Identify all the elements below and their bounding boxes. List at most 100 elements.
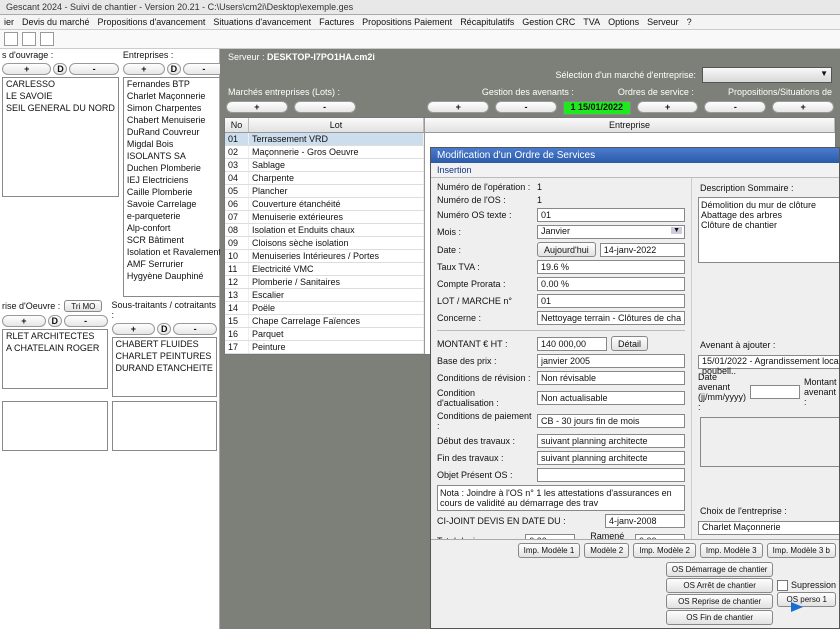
os-arret-button[interactable]: OS Arrêt de chantier	[666, 578, 774, 593]
table-row[interactable]: 05Plancher	[225, 185, 424, 198]
list-item[interactable]: Hygyène Dauphiné	[124, 270, 224, 282]
table-row[interactable]: 15Chape Carrelage Faïences	[225, 315, 424, 328]
add-button[interactable]: +	[112, 323, 156, 335]
list-item[interactable]: CHARLET PEINTURES	[113, 350, 217, 362]
detail-button[interactable]: Détail	[611, 336, 648, 351]
table-row[interactable]: 09Cloisons sèche isolation	[225, 237, 424, 250]
minus-button[interactable]: -	[64, 315, 108, 327]
objet-input[interactable]	[537, 468, 685, 482]
table-row[interactable]: 06Couverture étanchéité	[225, 198, 424, 211]
baseprix-input[interactable]	[537, 354, 685, 368]
lot-input[interactable]	[537, 294, 685, 308]
m2-button[interactable]: Modèle 2	[584, 543, 629, 558]
desc-textarea[interactable]: Démolition du mur de clôture Abattage de…	[698, 197, 839, 263]
devis-date-input[interactable]	[605, 514, 685, 528]
minus-button[interactable]: -	[294, 101, 356, 113]
list-item[interactable]: Caille Plomberie	[124, 186, 224, 198]
list-item[interactable]: e-parqueterie	[124, 210, 224, 222]
list-item[interactable]: Alp-confort	[124, 222, 224, 234]
del-button[interactable]: D	[167, 63, 181, 75]
mois-dropdown[interactable]: Janvier	[537, 225, 685, 239]
del-button[interactable]: D	[157, 323, 171, 335]
list-item[interactable]: Isolation et Ravalement	[124, 246, 224, 258]
list-item[interactable]: LE SAVOIE	[3, 90, 118, 102]
list-item[interactable]: IEJ Electriciens	[124, 174, 224, 186]
table-row[interactable]: 03Sablage	[225, 159, 424, 172]
menu-item[interactable]: Récapitulatifs	[460, 17, 514, 27]
imp-m1-button[interactable]: Imp. Modèle 1	[518, 543, 581, 558]
fin-input[interactable]	[537, 451, 685, 465]
montant-input[interactable]	[537, 337, 607, 351]
list-item[interactable]: SCR Bâtiment	[124, 234, 224, 246]
menu-item[interactable]: TVA	[583, 17, 600, 27]
tva-input[interactable]	[537, 260, 685, 274]
empty-list[interactable]	[2, 401, 108, 451]
table-row[interactable]: 01Terrassement VRD	[225, 133, 424, 146]
list-item[interactable]: AMF Serrurier	[124, 258, 224, 270]
suppression-check[interactable]: Supression	[777, 580, 836, 591]
debut-input[interactable]	[537, 434, 685, 448]
os-date-sel[interactable]: 1 15/01/2022	[563, 101, 631, 115]
list-item[interactable]: Charlet Maçonnerie	[124, 90, 224, 102]
avenants-list[interactable]	[700, 417, 839, 467]
list-mo[interactable]: CARLESSOLE SAVOIESEIL GENERAL DU NORD	[2, 77, 119, 197]
table-row[interactable]: 10Menuiseries Intérieures / Portes	[225, 250, 424, 263]
list-item[interactable]: ISOLANTS SA	[124, 150, 224, 162]
list-item[interactable]: Fernandes BTP	[124, 78, 224, 90]
table-row[interactable]: 14Poële	[225, 302, 424, 315]
actual-input[interactable]	[537, 391, 685, 405]
add-button[interactable]: +	[2, 63, 51, 75]
minus-button[interactable]: -	[173, 323, 217, 335]
menu-item[interactable]: Gestion CRC	[522, 17, 575, 27]
list-ent[interactable]: Fernandes BTPCharlet MaçonnerieSimon Cha…	[123, 77, 225, 297]
revision-input[interactable]	[537, 371, 685, 385]
paiement-input[interactable]	[537, 414, 685, 428]
os-demarrage-button[interactable]: OS Démarrage de chantier	[666, 562, 774, 577]
date-avenant-input[interactable]	[750, 385, 800, 399]
add-button[interactable]: +	[637, 101, 699, 113]
avenant-dropdown[interactable]: 15/01/2022 - Agrandissement local poubel…	[698, 355, 839, 369]
imp-m3-button[interactable]: Imp. Modèle 3	[700, 543, 763, 558]
menu-item[interactable]: Propositions d'avancement	[98, 17, 206, 27]
imp-m3b-button[interactable]: Imp. Modèle 3 b	[767, 543, 836, 558]
menu-item[interactable]: Options	[608, 17, 639, 27]
menu-item[interactable]: Devis du marché	[22, 17, 90, 27]
add-button[interactable]: +	[226, 101, 288, 113]
table-row[interactable]: 13Escalier	[225, 289, 424, 302]
table-row[interactable]: 04Charpente	[225, 172, 424, 185]
list-item[interactable]: CHABERT FLUIDES	[113, 338, 217, 350]
list-item[interactable]: SEIL GENERAL DU NORD	[3, 102, 118, 114]
list-item[interactable]: Duchen Plomberie	[124, 162, 224, 174]
minus-button[interactable]: -	[495, 101, 557, 113]
minus-button[interactable]: -	[69, 63, 118, 75]
minus-button[interactable]: -	[704, 101, 766, 113]
add-button[interactable]: +	[123, 63, 165, 75]
tri-mo-button[interactable]: Tri MO	[64, 300, 102, 312]
list-item[interactable]: Savoie Carrelage	[124, 198, 224, 210]
menu-item[interactable]: ier	[4, 17, 14, 27]
add-button[interactable]: +	[427, 101, 489, 113]
list-item[interactable]: Simon Charpentes	[124, 102, 224, 114]
table-row[interactable]: 11Electricité VMC	[225, 263, 424, 276]
menu-item[interactable]: Serveur	[647, 17, 679, 27]
del-button[interactable]: D	[48, 315, 62, 327]
table-row[interactable]: 12Plomberie / Sanitaires	[225, 276, 424, 289]
entreprise-dropdown[interactable]: Charlet Maçonnerie	[698, 521, 839, 535]
list-st[interactable]: CHABERT FLUIDESCHARLET PEINTURESDURAND E…	[112, 337, 218, 397]
del-button[interactable]: D	[53, 63, 67, 75]
prorata-input[interactable]	[537, 277, 685, 291]
table-row[interactable]: 07Menuiserie extérieures	[225, 211, 424, 224]
table-row[interactable]: 17Peinture	[225, 341, 424, 354]
menu-item[interactable]: ?	[687, 17, 692, 27]
list-item[interactable]: CARLESSO	[3, 78, 118, 90]
menu-item[interactable]: Factures	[319, 17, 354, 27]
marche-dropdown[interactable]	[702, 67, 832, 83]
concerne-input[interactable]	[537, 311, 685, 325]
imp-m2-button[interactable]: Imp. Modèle 2	[633, 543, 696, 558]
menu-item[interactable]: Situations d'avancement	[213, 17, 311, 27]
table-row[interactable]: 02Maçonnerie - Gros Oeuvre	[225, 146, 424, 159]
tool-icon[interactable]	[4, 32, 18, 46]
empty-list[interactable]	[112, 401, 218, 451]
os-texte-input[interactable]	[537, 208, 685, 222]
list-item[interactable]: DuRand Couvreur	[124, 126, 224, 138]
